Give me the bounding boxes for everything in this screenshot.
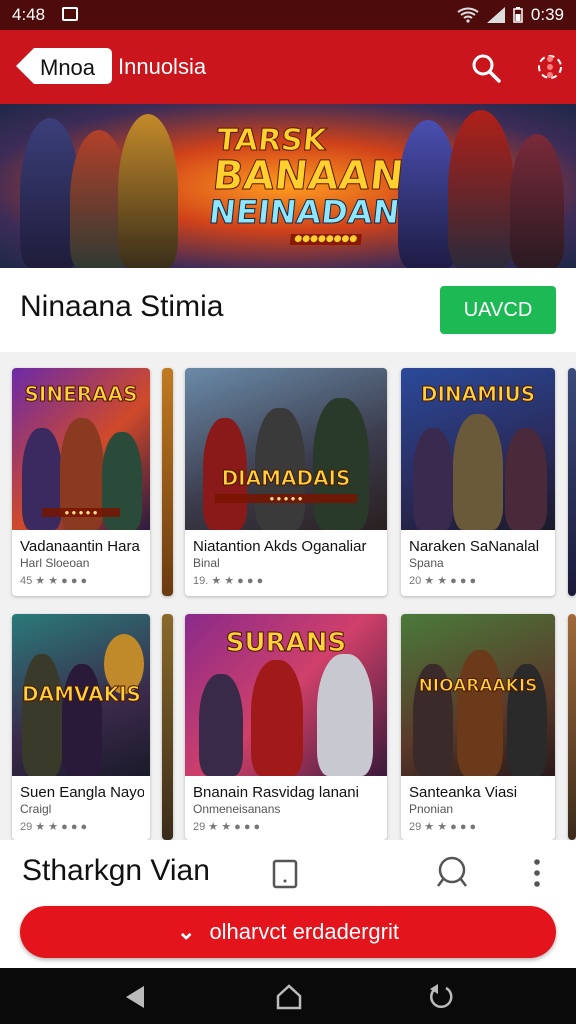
banner-hero-figure — [448, 110, 514, 268]
section-action-button[interactable]: UAVCD — [440, 286, 556, 334]
game-card-partial[interactable] — [568, 368, 576, 596]
game-thumbnail: NIOARAAKIS — [401, 614, 555, 776]
status-bar: 4:48 0:39 — [0, 0, 576, 30]
status-time-right: 0:39 — [530, 5, 564, 24]
banner-hero-figure — [510, 134, 564, 268]
game-thumb-title: DINAMIUS — [420, 382, 536, 406]
more-icon[interactable] — [536, 50, 564, 84]
game-developer: Harl Sloeoan — [20, 556, 90, 570]
game-name: Niatantion Akds Oganaliar — [193, 538, 367, 555]
game-thumbnail: DINAMIUS — [401, 368, 555, 530]
game-card[interactable]: SINERAAS ● ● ● ● ● Vadanaantin Hara Harl… — [12, 368, 150, 596]
game-card[interactable]: DAMVAKIS Suen Eangla Nayoal Craigl 29 ★ … — [12, 614, 150, 840]
game-thumb-title: DAMVAKIS — [22, 682, 142, 706]
section-title: Ninaana Stimia — [20, 290, 224, 323]
game-thumb-banner: ● ● ● ● ● — [215, 494, 357, 503]
game-thumb-title: SURANS — [225, 628, 347, 658]
chevron-down-icon: ⌄ — [177, 919, 196, 944]
game-rating: 19. ★ ★ ● ● ● — [193, 575, 264, 587]
back-button[interactable]: Mnoa — [16, 48, 112, 84]
game-developer: Spana — [409, 556, 444, 570]
game-name: Vadanaantin Hara — [20, 538, 140, 555]
notification-icon — [62, 7, 78, 21]
game-card[interactable]: DINAMIUS Naraken SaNanalal Spana 20 ★ ★ … — [401, 368, 555, 596]
game-developer: Craigl — [20, 802, 52, 816]
app-bar: Mnoa Innuolsia — [0, 30, 576, 104]
recents-icon[interactable] — [426, 982, 456, 1012]
game-thumbnail: DIAMADAIS ● ● ● ● ● — [185, 368, 387, 530]
game-card-partial[interactable] — [568, 614, 576, 840]
game-name: Suen Eangla Nayoal — [20, 784, 144, 801]
banner-title-line3: NEINADAN — [207, 193, 402, 232]
game-developer: Binal — [193, 556, 220, 570]
banner-title-line2: BANAAN — [210, 153, 406, 200]
game-card[interactable]: DIAMADAIS ● ● ● ● ● Niatantion Akds Ogan… — [185, 368, 387, 596]
cta-label: olharvct erdadergrit — [209, 919, 399, 944]
game-thumb-banner: ● ● ● ● ● — [42, 508, 120, 517]
more-vertical-icon[interactable] — [532, 857, 542, 889]
game-rating: 20 ★ ★ ● ● ● — [409, 575, 477, 587]
status-time: 4:48 — [12, 5, 46, 24]
game-card[interactable]: SURANS Bnanain Rasvidag lanani Onmeneisa… — [185, 614, 387, 840]
game-card[interactable]: NIOARAAKIS Santeanka Viasi Pnonian 29 ★ … — [401, 614, 555, 840]
bottom-panel: Stharkgn Vian ⌄ olharvct erdadergrit — [0, 840, 576, 968]
signal-icon — [486, 7, 505, 23]
hero-banner[interactable]: TARSK BANAAN NEINADAN ●●●●●●●● — [0, 104, 576, 268]
status-icons: 0:39 — [457, 5, 564, 25]
game-thumbnail: DAMVAKIS — [12, 614, 150, 776]
system-nav-bar — [0, 968, 576, 1024]
app-title: Innuolsia — [118, 54, 207, 79]
game-name: Bnanain Rasvidag lanani — [193, 784, 359, 801]
tablet-icon[interactable] — [272, 859, 298, 889]
game-name: Naraken SaNanalal — [409, 538, 540, 555]
cta-button[interactable]: ⌄ olharvct erdadergrit — [20, 906, 556, 958]
game-rating: 45 ★ ★ ● ● ● — [20, 575, 88, 587]
game-thumb-title: DIAMADAIS — [221, 466, 351, 490]
game-name: Santeanka Viasi — [409, 784, 518, 801]
game-thumbnail: SINERAAS ● ● ● ● ● — [12, 368, 150, 530]
search-icon[interactable] — [470, 52, 502, 84]
banner-title-line1: TARSK — [214, 123, 328, 159]
chat-icon[interactable] — [434, 856, 470, 888]
game-rating: 29 ★ ★ ● ● ● — [409, 821, 477, 833]
bottom-panel-title: Stharkgn Vian — [22, 854, 210, 887]
section-header: Ninaana Stimia UAVCD — [0, 268, 576, 352]
game-thumbnail: SURANS — [185, 614, 387, 776]
battery-icon — [513, 7, 523, 23]
back-label: Mnoa — [40, 55, 96, 80]
wifi-icon — [457, 7, 479, 23]
game-developer: Onmeneisanans — [193, 802, 281, 816]
home-icon[interactable] — [274, 982, 304, 1012]
game-developer: Pnonian — [409, 802, 454, 816]
game-thumb-title: SINERAAS — [24, 382, 138, 406]
banner-hero-figure — [118, 114, 178, 268]
back-icon[interactable] — [120, 982, 150, 1012]
game-card-partial[interactable] — [162, 614, 173, 840]
banner-subtitle: ●●●●●●●● — [289, 234, 362, 245]
game-card-partial[interactable] — [162, 368, 173, 596]
banner-title: TARSK BANAAN NEINADAN ●●●●●●●● — [206, 123, 406, 245]
game-rating: 29 ★ ★ ● ● ● — [193, 821, 261, 833]
game-thumb-title: NIOARAAKIS — [418, 676, 538, 696]
game-rating: 29 ★ ★ ● ● ● — [20, 821, 88, 833]
